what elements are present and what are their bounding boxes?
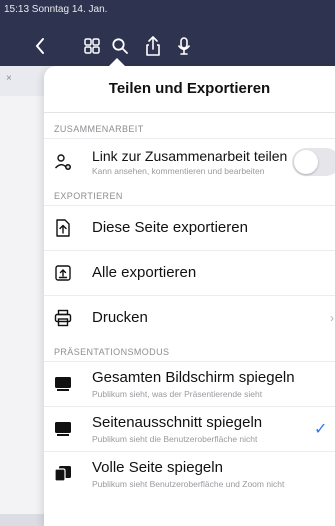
popover-title: Teilen und Exportieren <box>108 80 271 97</box>
collaboration-toggle[interactable] <box>292 148 335 176</box>
export-page-icon <box>54 219 72 237</box>
section-header-export: EXPORTIEREN <box>54 191 123 201</box>
background-page <box>0 96 44 514</box>
export-all-icon <box>54 264 72 282</box>
print-row[interactable]: Drucken › <box>44 296 335 340</box>
section-header-presentation: PRÄSENTATIONSMODUS <box>54 347 170 357</box>
search-icon[interactable] <box>108 34 132 58</box>
share-export-popover: Teilen und Exportieren ZUSAMMENARBEIT Li… <box>44 66 335 526</box>
mirror-full-screen-label: Gesamten Bildschirm spiegeln <box>92 369 295 386</box>
printer-icon <box>54 309 72 327</box>
add-person-icon <box>54 153 72 171</box>
full-page-mirroring-icon <box>54 465 72 483</box>
export-this-page-label: Diese Seite exportieren <box>92 219 248 236</box>
mirror-full-page-label: Volle Seite spiegeln <box>92 459 223 476</box>
collaboration-link-label: Link zur Zusammenarbeit teilen <box>92 148 288 164</box>
toolbar <box>0 28 335 64</box>
popover-arrow <box>108 58 126 67</box>
mirror-page-section-row[interactable]: Seitenausschnitt spiegeln Publikum sieht… <box>44 407 335 451</box>
mirror-page-section-sub: Publikum sieht die Benutzeroberfläche ni… <box>92 434 258 444</box>
divider <box>44 112 335 113</box>
mirror-full-page-row[interactable]: Volle Seite spiegeln Publikum sieht Benu… <box>44 452 335 496</box>
grid-icon[interactable] <box>80 34 104 58</box>
close-tab-icon[interactable]: × <box>6 73 12 84</box>
share-icon[interactable] <box>141 34 165 58</box>
export-all-label: Alle exportieren <box>92 264 197 281</box>
mirror-page-section-label: Seitenausschnitt spiegeln <box>92 414 263 431</box>
microphone-icon[interactable] <box>172 34 196 58</box>
collaboration-link-sub: Kann ansehen, kommentieren und bearbeite… <box>92 166 265 176</box>
mirror-full-screen-sub: Publikum sieht, was der Präsentierende s… <box>92 389 263 399</box>
screen-mirroring-icon <box>54 420 72 438</box>
back-icon[interactable] <box>28 34 52 58</box>
print-label: Drucken <box>92 309 148 326</box>
section-header-collaboration: ZUSAMMENARBEIT <box>54 124 144 134</box>
mirror-full-screen-row[interactable]: Gesamten Bildschirm spiegeln Publikum si… <box>44 362 335 406</box>
divider <box>44 138 335 139</box>
screen-mirroring-icon <box>54 375 72 393</box>
mirror-full-page-sub: Publikum sieht Benutzeroberfläche und Zo… <box>92 479 285 489</box>
status-bar-time-date: 15:13 Sonntag 14. Jan. <box>4 4 108 15</box>
toggle-knob <box>294 150 318 174</box>
chevron-right-icon: › <box>330 311 334 325</box>
export-this-page-row[interactable]: Diese Seite exportieren <box>44 206 335 250</box>
export-all-row[interactable]: Alle exportieren <box>44 251 335 295</box>
top-bar: 15:13 Sonntag 14. Jan. <box>0 0 335 66</box>
checkmark-icon: ✓ <box>314 421 328 438</box>
